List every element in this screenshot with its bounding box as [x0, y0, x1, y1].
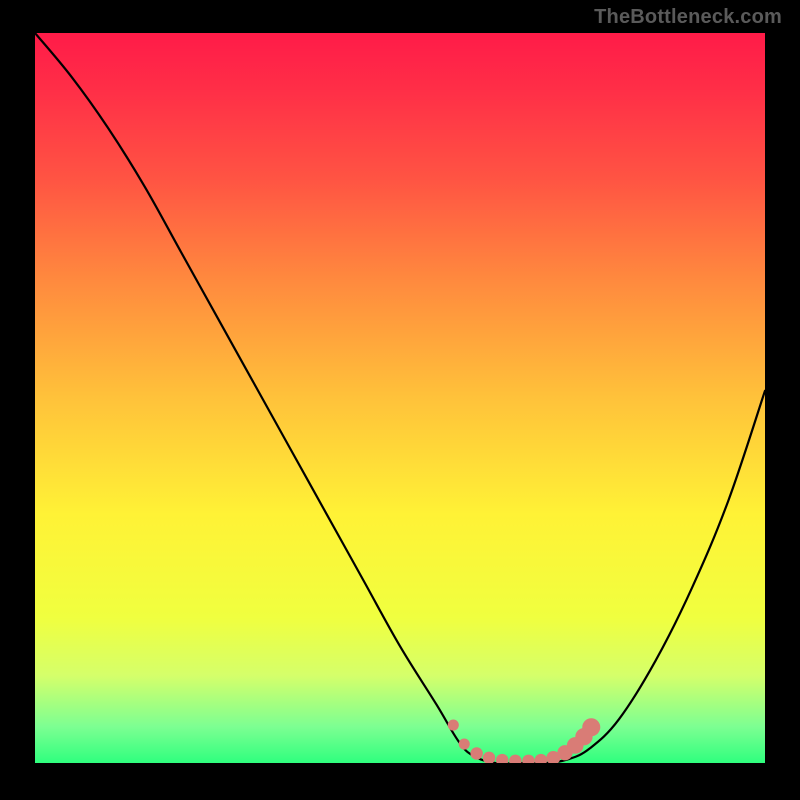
- curve-marker: [470, 747, 482, 759]
- attribution-label: TheBottleneck.com: [594, 6, 782, 29]
- chart-stage: TheBottleneck.com: [0, 0, 800, 800]
- curve-layer: [35, 33, 765, 763]
- curve-marker: [483, 752, 495, 763]
- curve-marker: [582, 718, 600, 736]
- curve-marker: [535, 754, 547, 763]
- curve-marker: [496, 754, 508, 763]
- curve-marker: [448, 719, 459, 730]
- curve-marker: [522, 755, 534, 763]
- bottleneck-curve: [35, 33, 765, 763]
- curve-marker: [509, 755, 521, 763]
- plot-area: [35, 33, 765, 763]
- curve-marker: [459, 738, 470, 749]
